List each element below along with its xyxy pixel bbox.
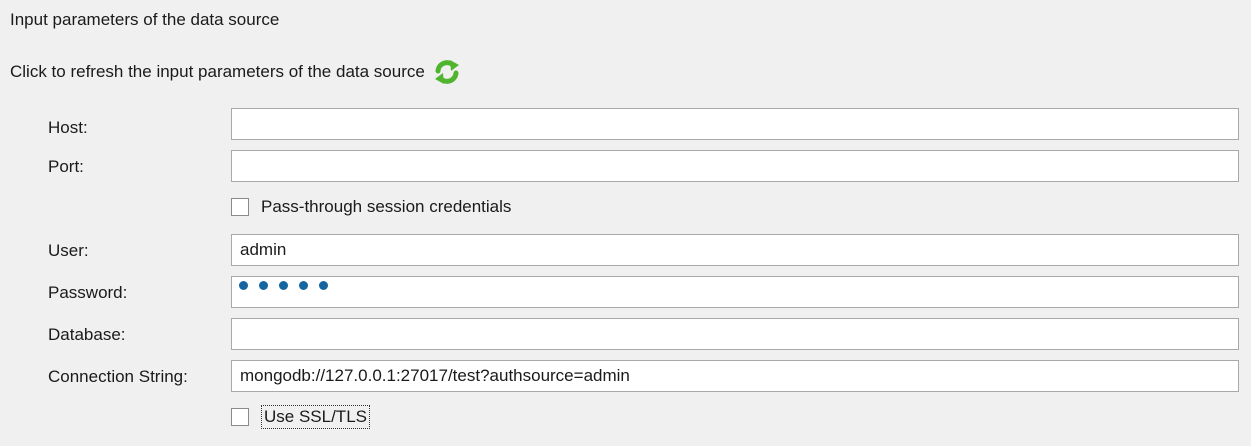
- password-dot: [299, 281, 308, 290]
- password-input[interactable]: [231, 276, 1239, 308]
- database-input[interactable]: [231, 318, 1239, 350]
- pass-through-checkbox[interactable]: [231, 198, 249, 216]
- pass-through-label: Pass-through session credentials: [261, 197, 512, 216]
- connection-string-label: Connection String:: [48, 367, 188, 386]
- port-input[interactable]: [231, 150, 1239, 182]
- host-label: Host:: [48, 118, 88, 137]
- section-heading: Input parameters of the data source: [10, 10, 280, 29]
- password-dot: [239, 281, 248, 290]
- user-input[interactable]: [231, 234, 1239, 266]
- refresh-parameters-link[interactable]: Click to refresh the input parameters of…: [10, 59, 461, 85]
- password-dot: [259, 281, 268, 290]
- pass-through-checkbox-row[interactable]: Pass-through session credentials: [231, 197, 511, 217]
- ssl-label: Use SSL/TLS: [261, 405, 370, 429]
- connection-string-input[interactable]: [231, 360, 1239, 392]
- port-label: Port:: [48, 157, 84, 176]
- ssl-checkbox[interactable]: [231, 408, 249, 426]
- database-label: Database:: [48, 325, 126, 344]
- ssl-checkbox-row[interactable]: Use SSL/TLS: [231, 405, 370, 429]
- password-label: Password:: [48, 283, 128, 302]
- user-label: User:: [48, 241, 89, 260]
- password-mask: [239, 281, 328, 290]
- refresh-icon[interactable]: [433, 59, 461, 85]
- password-dot: [279, 281, 288, 290]
- host-input[interactable]: [231, 108, 1239, 140]
- password-dot: [319, 281, 328, 290]
- refresh-label: Click to refresh the input parameters of…: [10, 62, 425, 81]
